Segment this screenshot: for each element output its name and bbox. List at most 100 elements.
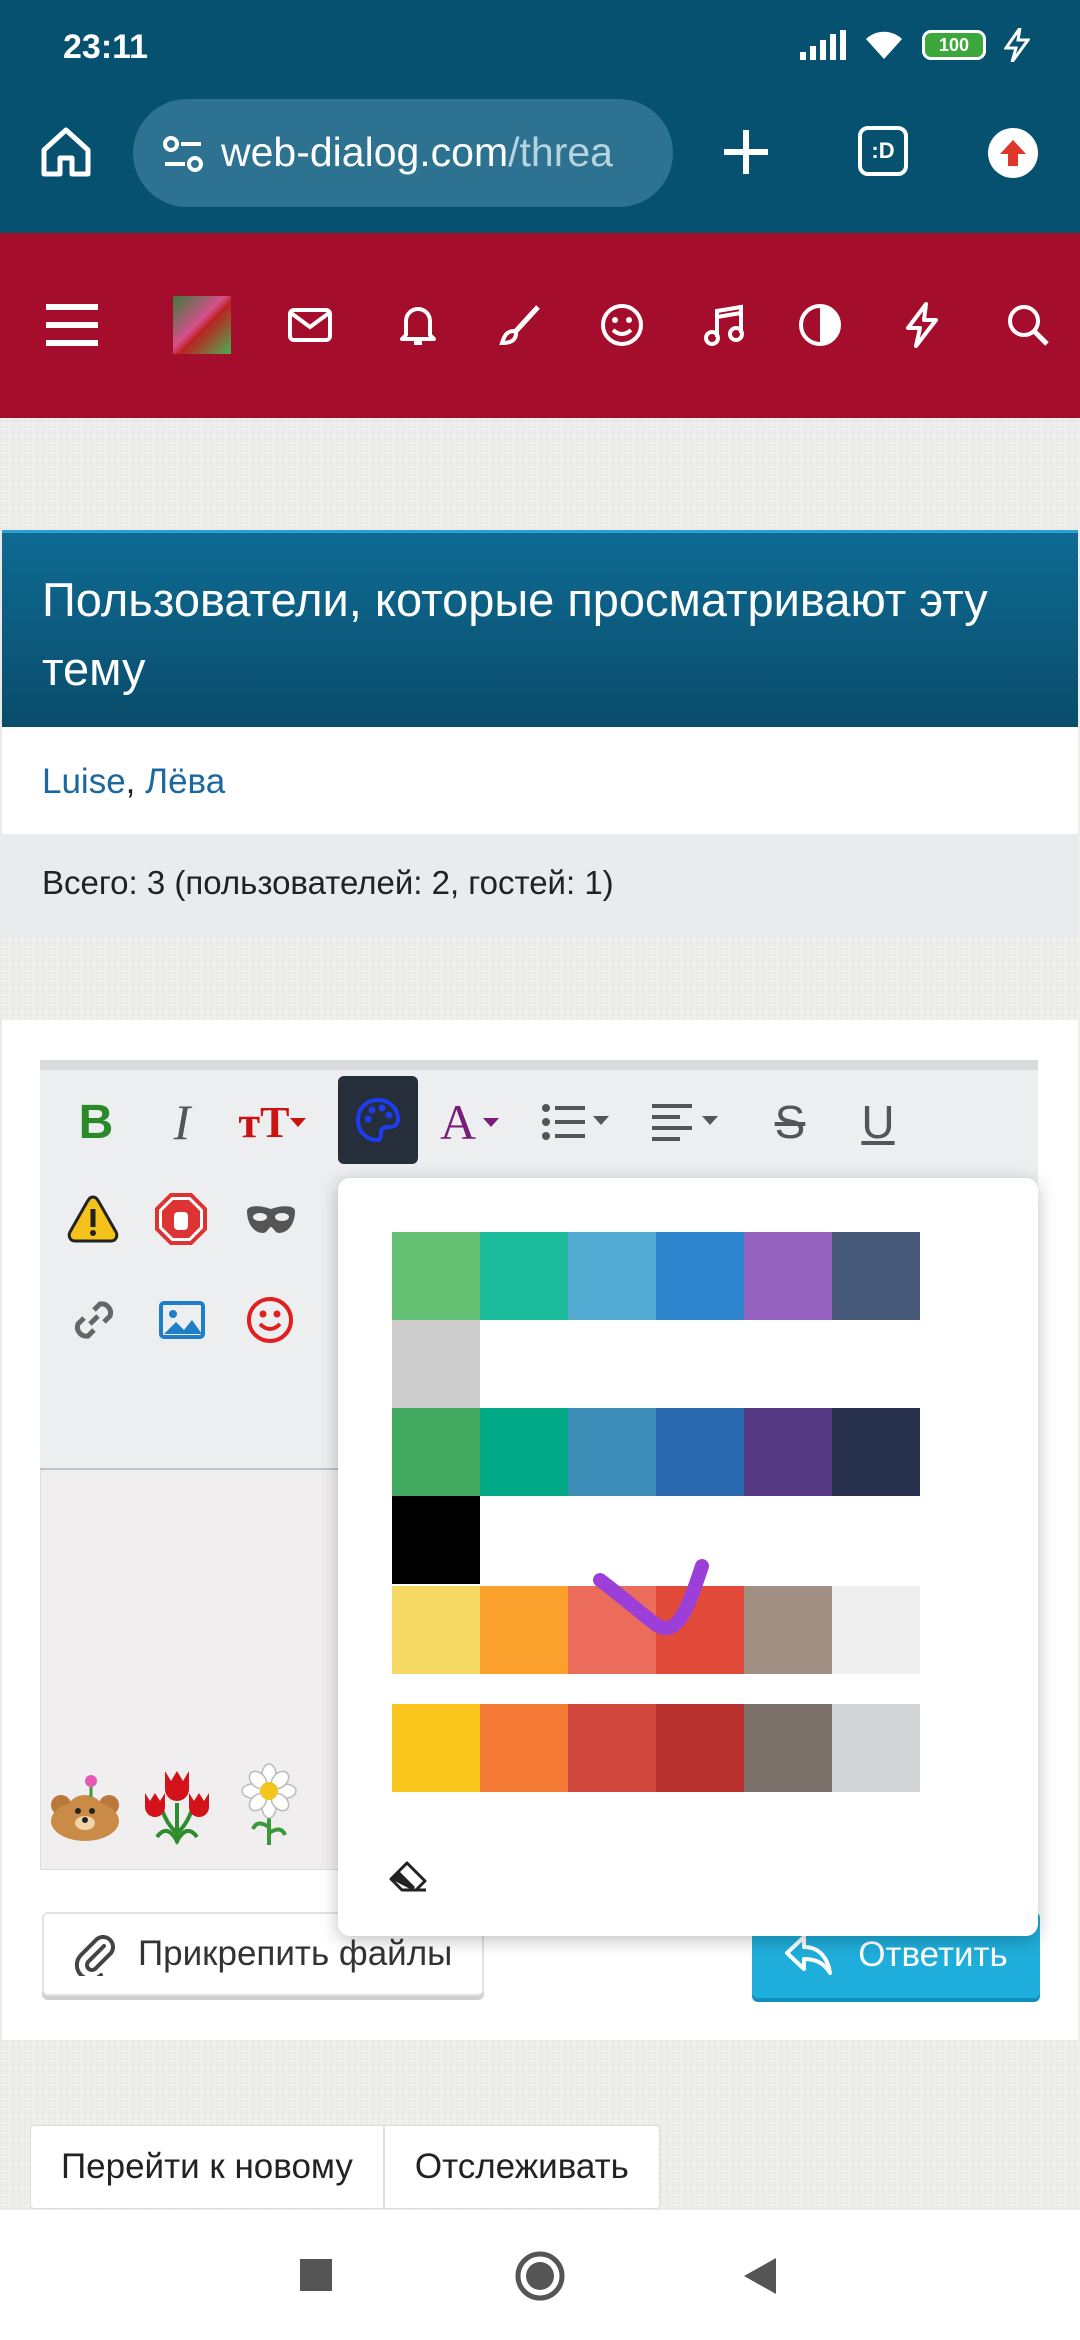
update-button[interactable] <box>988 128 1038 178</box>
color-swatch[interactable] <box>568 1232 656 1320</box>
smilie-picker-button[interactable] <box>240 1290 300 1350</box>
menu-icon <box>46 304 98 346</box>
italic-label: I <box>173 1094 191 1150</box>
smile-icon <box>601 304 643 346</box>
color-swatch[interactable] <box>392 1496 480 1584</box>
alerts-button[interactable] <box>386 293 450 357</box>
color-swatch[interactable] <box>744 1586 832 1674</box>
color-swatch[interactable] <box>656 1232 744 1320</box>
remove-color-eraser-icon[interactable] <box>388 1860 428 1894</box>
color-swatch[interactable] <box>480 1704 568 1792</box>
color-swatch[interactable] <box>832 1232 920 1320</box>
bell-icon <box>400 307 436 345</box>
color-swatch[interactable] <box>744 1232 832 1320</box>
color-swatch[interactable] <box>568 1408 656 1496</box>
editor-top-bar <box>40 1060 1038 1070</box>
tulip-smilie[interactable] <box>136 1760 218 1850</box>
font-size-button[interactable]: тТ <box>228 1090 318 1154</box>
avatar[interactable] <box>170 293 234 357</box>
color-swatch[interactable] <box>744 1704 832 1792</box>
stop-icon <box>155 1193 207 1245</box>
home-nav-icon[interactable] <box>514 2250 566 2302</box>
url-host: web-dialog.com <box>221 129 509 175</box>
recents-button[interactable] <box>300 2259 332 2291</box>
color-picker-popup <box>338 1178 1038 1936</box>
color-swatch[interactable] <box>480 1408 568 1496</box>
menu-button[interactable] <box>40 293 104 357</box>
color-swatch[interactable] <box>392 1320 480 1408</box>
link-icon <box>74 1301 114 1339</box>
user-link-leva[interactable]: Лёва <box>145 762 225 801</box>
user-link-luise[interactable]: Luise <box>42 762 126 801</box>
color-swatch[interactable] <box>392 1408 480 1496</box>
align-left-icon <box>652 1104 718 1141</box>
chevron-down-icon <box>290 1118 307 1127</box>
signal-icon <box>800 30 846 60</box>
color-swatch[interactable] <box>480 1232 568 1320</box>
warning-icon <box>67 1195 119 1243</box>
url-text: web-dialog.com/threa <box>221 129 661 176</box>
image-button[interactable] <box>152 1290 212 1350</box>
smile-icon <box>247 1297 293 1343</box>
color-swatch[interactable] <box>480 1586 568 1674</box>
brush-icon <box>499 305 540 346</box>
font-color-label: A <box>439 1094 477 1150</box>
color-swatch[interactable] <box>392 1704 480 1792</box>
site-settings-icon <box>163 136 203 172</box>
theme-button[interactable] <box>788 293 852 357</box>
palette-icon <box>355 1097 401 1143</box>
avatar-image <box>173 296 231 354</box>
new-tab-button[interactable] <box>716 122 776 182</box>
plus-icon <box>724 130 768 174</box>
daisy-smilie[interactable] <box>228 1760 310 1850</box>
wifi-icon <box>866 31 902 59</box>
color-swatch[interactable] <box>744 1408 832 1496</box>
go-to-new-button[interactable]: Перейти к новому <box>31 2126 385 2208</box>
stop-button[interactable] <box>152 1190 210 1248</box>
text-color-button[interactable] <box>338 1076 418 1164</box>
color-swatch[interactable] <box>832 1408 920 1496</box>
battery-level: 100 <box>938 34 970 55</box>
music-button[interactable] <box>692 293 756 357</box>
watch-button[interactable]: Отслеживать <box>385 2126 659 2208</box>
color-swatch[interactable] <box>656 1704 744 1792</box>
search-button[interactable] <box>996 293 1060 357</box>
url-bar[interactable]: web-dialog.com/threa <box>133 99 673 207</box>
strike-button[interactable]: S <box>760 1090 820 1154</box>
style-button[interactable] <box>488 293 552 357</box>
underline-button[interactable]: U <box>848 1090 908 1154</box>
inbox-button[interactable] <box>278 293 342 357</box>
color-swatch[interactable] <box>832 1586 920 1674</box>
home-icon <box>41 127 91 177</box>
whats-new-button[interactable] <box>890 293 954 357</box>
search-icon <box>1008 305 1049 346</box>
color-swatch[interactable] <box>656 1408 744 1496</box>
contrast-icon <box>799 304 841 346</box>
list-button[interactable] <box>536 1090 616 1154</box>
bold-button[interactable]: B <box>66 1090 126 1154</box>
warning-button[interactable] <box>64 1190 122 1248</box>
battery-icon: 100 <box>922 30 986 60</box>
color-swatch[interactable] <box>392 1586 480 1674</box>
tabs-button[interactable]: :D <box>858 126 908 176</box>
color-swatch[interactable] <box>568 1704 656 1792</box>
bold-label: B <box>78 1095 114 1149</box>
bear-smilie[interactable] <box>44 1760 126 1850</box>
home-button[interactable] <box>36 122 96 182</box>
reply-icon <box>785 1935 833 1975</box>
paperclip-icon <box>74 1935 115 1976</box>
back-nav-icon[interactable] <box>742 2256 778 2296</box>
italic-button[interactable]: I <box>152 1090 212 1154</box>
color-swatch[interactable] <box>832 1704 920 1792</box>
color-swatch[interactable] <box>392 1232 480 1320</box>
eraser-icon[interactable] <box>388 1260 389 1261</box>
url-path: /threa <box>508 129 613 175</box>
forum-nav <box>0 233 1080 418</box>
font-color-button[interactable]: A <box>430 1090 510 1154</box>
status-icons: 100 <box>800 28 1030 62</box>
chevron-down-icon <box>483 1118 500 1127</box>
smilies-button[interactable] <box>590 293 654 357</box>
align-button[interactable] <box>648 1090 728 1154</box>
link-button[interactable] <box>64 1290 124 1350</box>
spoiler-button[interactable] <box>242 1196 300 1244</box>
